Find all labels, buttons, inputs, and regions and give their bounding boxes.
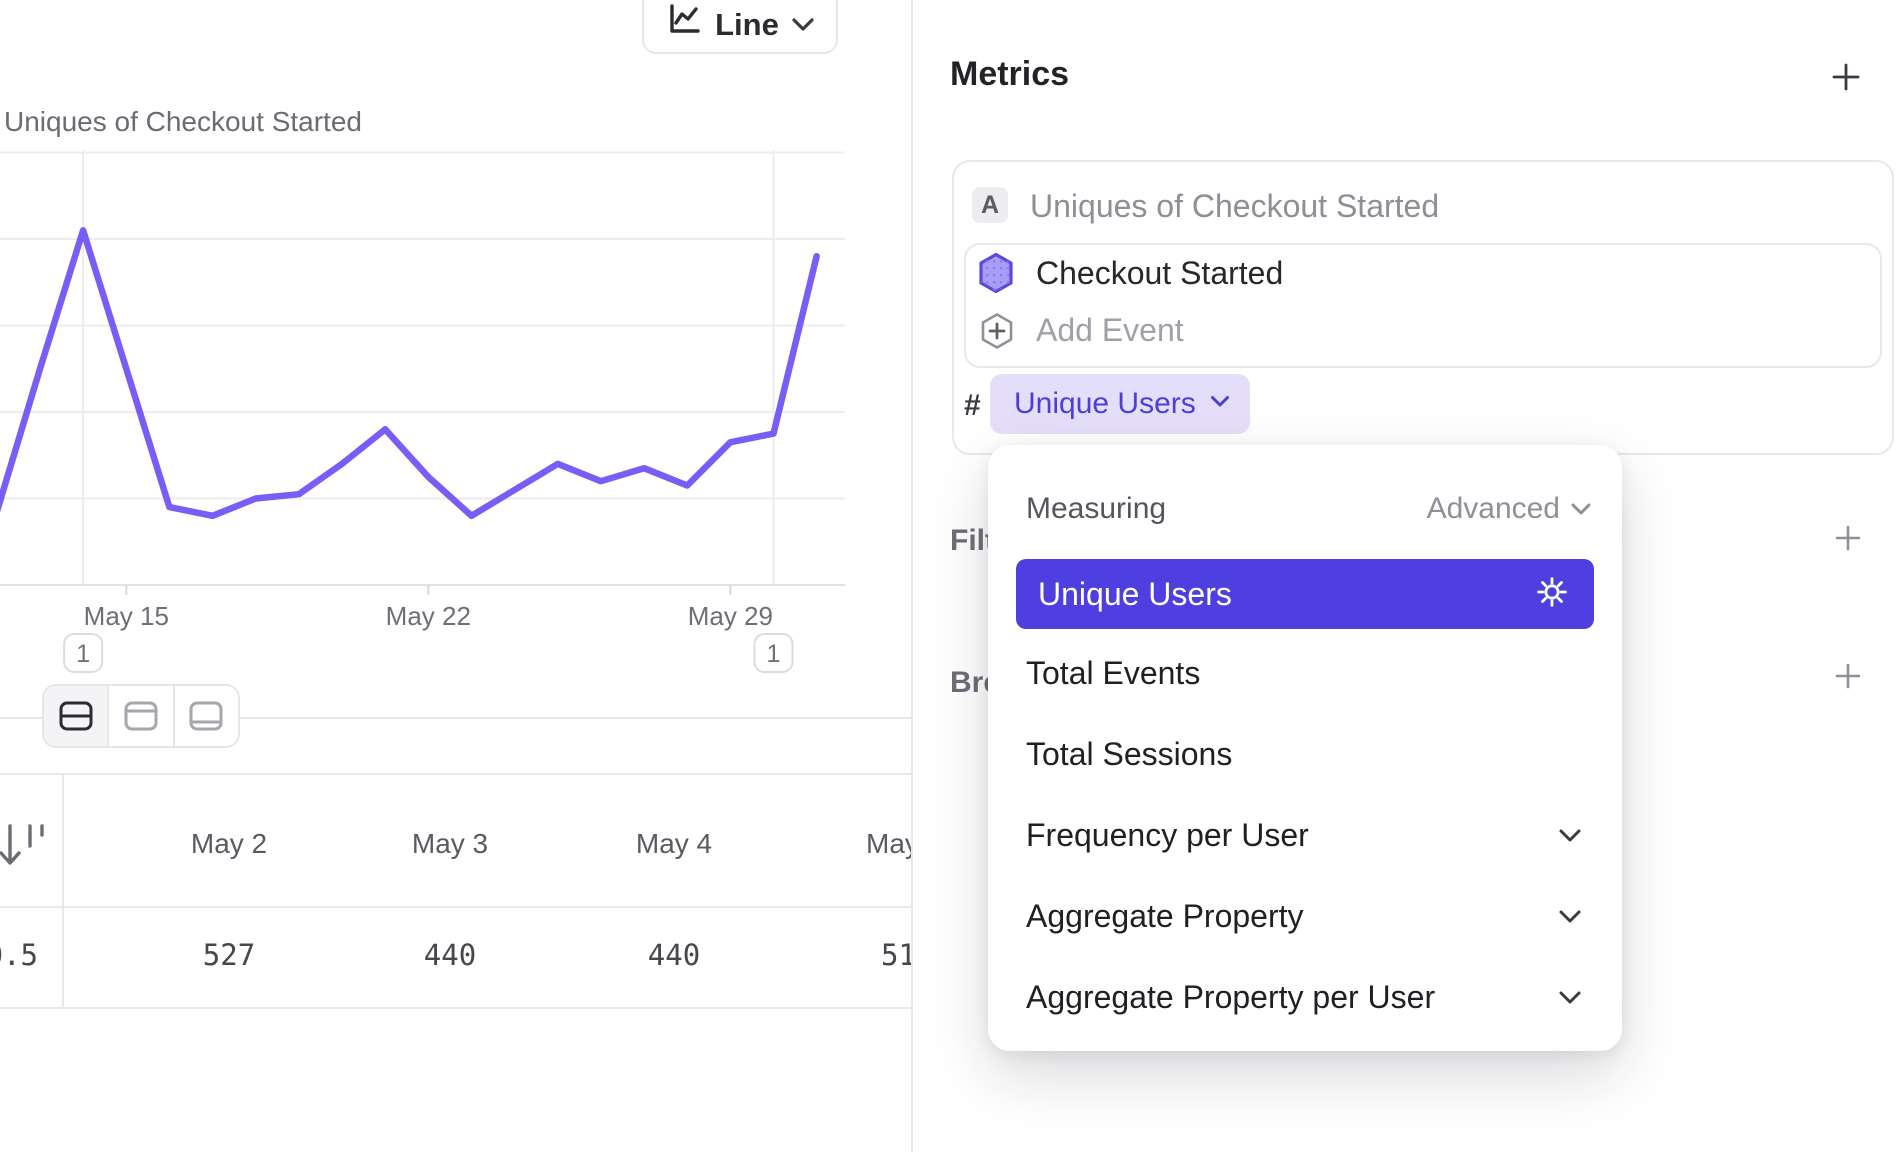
table-cell-may5-partial: 51: [881, 938, 913, 972]
layout-toggle-table-only[interactable]: [173, 686, 238, 746]
table-cell-may4: 440: [648, 938, 700, 972]
add-event-icon: [980, 312, 1014, 355]
x-tick-label: May 15: [84, 601, 169, 631]
dropdown-item-frequency-per-user[interactable]: Frequency per User: [1026, 814, 1582, 856]
advanced-label: Advanced: [1427, 492, 1560, 526]
measuring-dropdown: Measuring Advanced Unique Users Total Ev…: [988, 445, 1622, 1051]
series-letter-badge: A: [972, 187, 1008, 223]
aggregation-hash-symbol: #: [964, 389, 981, 423]
table-header-may5-partial[interactable]: May: [866, 828, 913, 860]
x-tick-label: May 29: [688, 601, 773, 631]
table-cell-may3: 440: [424, 938, 476, 972]
annotation-badge-label: 1: [767, 640, 781, 668]
chevron-down-icon: [1210, 395, 1230, 413]
pane-divider: [911, 0, 913, 1152]
table-cell-may2: 527: [203, 938, 255, 972]
x-tick-label: May 22: [386, 601, 471, 631]
aggregation-selector-chip[interactable]: Unique Users: [990, 374, 1250, 434]
metrics-section-title: Metrics: [950, 55, 1069, 94]
dropdown-item-total-events[interactable]: Total Events: [1026, 652, 1582, 694]
layout-toggle: [42, 684, 240, 748]
add-filter-button[interactable]: [1832, 522, 1864, 554]
split-view-icon: [57, 699, 95, 733]
table-header-may3[interactable]: May 3: [412, 828, 488, 860]
query-builder-app: Line Uniques of Checkout Started May 15M…: [0, 0, 1898, 1152]
table-header-may2[interactable]: May 2: [191, 828, 267, 860]
add-event-button[interactable]: Add Event: [1036, 312, 1184, 348]
advanced-mode-selector[interactable]: Advanced: [1427, 492, 1592, 526]
add-breakdown-button[interactable]: [1832, 660, 1864, 692]
top-pane-icon: [122, 699, 160, 733]
bottom-pane-icon: [187, 699, 225, 733]
measuring-label: Measuring: [1026, 492, 1166, 526]
table-header-may4[interactable]: May 4: [636, 828, 712, 860]
line-chart[interactable]: May 15 May 22 May 29 1 1: [0, 0, 913, 700]
sort-descending-icon[interactable]: [0, 818, 46, 879]
event-name[interactable]: Checkout Started: [1036, 254, 1283, 292]
chevron-down-icon: [1558, 828, 1582, 843]
chart-series-line[interactable]: [0, 230, 817, 515]
report-pane: Line Uniques of Checkout Started May 15M…: [0, 0, 913, 1152]
event-hexagon-icon: [978, 252, 1014, 299]
table-column-border: [62, 773, 64, 1009]
dropdown-item-unique-users[interactable]: Unique Users: [1016, 559, 1594, 629]
measuring-dropdown-header: Measuring Advanced: [1026, 491, 1592, 527]
chevron-down-icon: [1558, 909, 1582, 924]
chevron-down-icon: [1570, 502, 1592, 516]
series-title[interactable]: Uniques of Checkout Started: [1030, 188, 1439, 224]
table-bottom-border: [0, 1007, 913, 1009]
layout-toggle-chart-and-table[interactable]: [44, 686, 107, 746]
aggregation-value: Unique Users: [1014, 387, 1196, 421]
dropdown-item-aggregate-property-per-user[interactable]: Aggregate Property per User: [1026, 976, 1582, 1018]
annotation-badge-label: 1: [76, 640, 90, 668]
table-top-border: [0, 773, 913, 775]
gear-icon[interactable]: [1534, 574, 1570, 615]
table-header-border: [0, 906, 913, 908]
dropdown-item-total-sessions[interactable]: Total Sessions: [1026, 733, 1582, 775]
add-metric-button[interactable]: [1830, 61, 1862, 93]
layout-toggle-chart-only[interactable]: [107, 686, 172, 746]
chevron-down-icon: [1558, 990, 1582, 1005]
dropdown-item-aggregate-property[interactable]: Aggregate Property: [1026, 895, 1582, 937]
table-row-label-partial: 0.5: [0, 938, 38, 972]
